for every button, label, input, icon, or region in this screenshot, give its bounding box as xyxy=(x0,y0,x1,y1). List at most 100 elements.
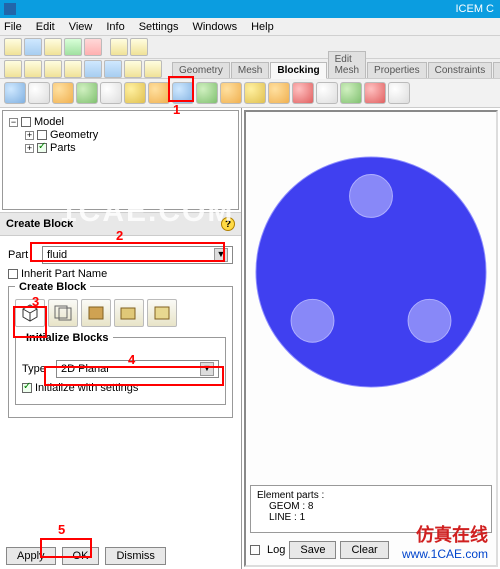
part-label: Part xyxy=(8,249,42,261)
fit-icon[interactable] xyxy=(24,60,42,78)
menu-bar: File Edit View Info Settings Windows Hel… xyxy=(0,18,500,36)
dismiss-button[interactable]: Dismiss xyxy=(105,547,166,565)
tab-geometry[interactable]: Geometry xyxy=(172,62,230,78)
tab-mesh[interactable]: Mesh xyxy=(231,62,269,78)
status-buttons: Log Save Clear xyxy=(250,541,389,559)
ok-button[interactable]: OK xyxy=(62,547,100,565)
tool1-icon[interactable] xyxy=(220,82,242,104)
transform-icon[interactable] xyxy=(148,82,170,104)
tree-parts[interactable]: Parts xyxy=(50,142,76,154)
tab-loads[interactable]: Loads xyxy=(493,62,500,78)
tool6-icon[interactable] xyxy=(388,82,410,104)
close-icon[interactable] xyxy=(84,38,102,56)
init-settings-label: Initialize with settings xyxy=(35,382,138,394)
init-settings-checkbox[interactable] xyxy=(22,383,32,393)
redo-icon[interactable] xyxy=(130,38,148,56)
tree-expand-icon[interactable]: + xyxy=(25,131,34,140)
rotate-icon[interactable] xyxy=(64,60,82,78)
panel-header: Create Block ? xyxy=(0,212,241,236)
tool3-icon[interactable] xyxy=(268,82,290,104)
tab-editmesh[interactable]: Edit Mesh xyxy=(328,51,366,78)
quality-icon[interactable] xyxy=(196,82,218,104)
premesh-icon[interactable] xyxy=(172,82,194,104)
log-label: Log xyxy=(267,544,285,556)
merge-block-icon[interactable] xyxy=(52,82,74,104)
menu-windows[interactable]: Windows xyxy=(192,21,237,33)
delete-block-icon[interactable] xyxy=(364,82,386,104)
menu-file[interactable]: File xyxy=(4,21,22,33)
init-block-icon[interactable] xyxy=(15,299,45,327)
group-title: Create Block xyxy=(15,281,90,293)
model-tree[interactable]: − Model + Geometry + Parts xyxy=(2,110,239,210)
panel-title-text: Create Block xyxy=(6,218,73,230)
tree-check[interactable] xyxy=(37,130,47,140)
edit-block-icon[interactable] xyxy=(76,82,98,104)
block-opt5-icon[interactable] xyxy=(147,299,177,327)
init-title: Initialize Blocks xyxy=(22,332,113,344)
tree-root[interactable]: Model xyxy=(34,116,64,128)
left-panel: − Model + Geometry + Parts Create Block ? P… xyxy=(0,108,242,569)
title-bar: ICEM C xyxy=(0,0,500,18)
box-icon[interactable] xyxy=(124,60,142,78)
chevron-down-icon[interactable]: ▼ xyxy=(200,362,214,376)
shade-icon[interactable] xyxy=(84,60,102,78)
block-opt4-icon[interactable] xyxy=(114,299,144,327)
block-type-icons xyxy=(15,299,226,327)
tab-constraints[interactable]: Constraints xyxy=(428,62,493,78)
inherit-checkbox[interactable] xyxy=(8,269,18,279)
zoom-icon[interactable] xyxy=(4,60,22,78)
menu-settings[interactable]: Settings xyxy=(139,21,179,33)
part-dropdown[interactable]: fluid ▼ xyxy=(42,246,233,264)
open-icon[interactable] xyxy=(4,38,22,56)
save-as-icon[interactable] xyxy=(44,38,62,56)
tree-expand-icon[interactable]: + xyxy=(25,144,34,153)
import-icon[interactable] xyxy=(64,38,82,56)
save-button[interactable]: Save xyxy=(289,541,336,559)
save-icon[interactable] xyxy=(24,38,42,56)
apply-button[interactable]: Apply xyxy=(6,547,56,565)
block-opt3-icon[interactable] xyxy=(81,299,111,327)
tool4-icon[interactable] xyxy=(292,82,314,104)
panel-footer: Apply OK Dismiss xyxy=(0,543,241,569)
undo-icon[interactable] xyxy=(110,38,128,56)
cube-icon[interactable] xyxy=(144,60,162,78)
viewport[interactable]: Element parts : GEOM : 8 LINE : 1 Log Sa… xyxy=(244,110,498,567)
menu-edit[interactable]: Edit xyxy=(36,21,55,33)
app-title: ICEM C xyxy=(456,3,495,15)
tree-check[interactable] xyxy=(21,117,31,127)
move-vertex-icon[interactable] xyxy=(124,82,146,104)
associate-icon[interactable] xyxy=(100,82,122,104)
create-block-icon[interactable] xyxy=(4,82,26,104)
tree-collapse-icon[interactable]: − xyxy=(9,118,18,127)
branding: 仿真在线 www.1CAE.com xyxy=(402,521,488,561)
brand-cn: 仿真在线 xyxy=(402,521,488,547)
type-dropdown[interactable]: 2D Planar ▼ xyxy=(56,360,219,378)
menu-help[interactable]: Help xyxy=(251,21,274,33)
tab-properties[interactable]: Properties xyxy=(367,62,427,78)
status-line2: GEOM : 8 xyxy=(269,501,485,512)
pan-icon[interactable] xyxy=(44,60,62,78)
menu-view[interactable]: View xyxy=(69,21,93,33)
tool2-icon[interactable] xyxy=(244,82,266,104)
tab-blocking[interactable]: Blocking xyxy=(270,62,326,79)
help-icon[interactable]: ? xyxy=(221,217,235,231)
log-checkbox[interactable] xyxy=(250,545,260,555)
menu-info[interactable]: Info xyxy=(106,21,124,33)
type-value: 2D Planar xyxy=(61,363,110,375)
chevron-down-icon[interactable]: ▼ xyxy=(214,248,228,262)
type-label: Type xyxy=(22,363,56,375)
create-block-group: Create Block Initialize Blocks Type 2D P… xyxy=(8,286,233,418)
wire-icon[interactable] xyxy=(104,60,122,78)
clear-button[interactable]: Clear xyxy=(340,541,388,559)
init-blocks-group: Initialize Blocks Type 2D Planar ▼ Initi… xyxy=(15,337,226,405)
main-area: − Model + Geometry + Parts Create Block ? P… xyxy=(0,108,500,569)
tree-geometry[interactable]: Geometry xyxy=(50,129,98,141)
standard-toolbar xyxy=(0,36,500,59)
blocking-toolbar xyxy=(0,79,500,108)
tool5-icon[interactable] xyxy=(316,82,338,104)
split-block-icon[interactable] xyxy=(28,82,50,104)
check-icon[interactable] xyxy=(340,82,362,104)
tree-check-on[interactable] xyxy=(37,143,47,153)
block-opt2-icon[interactable] xyxy=(48,299,78,327)
status-line1: Element parts : xyxy=(257,490,485,501)
